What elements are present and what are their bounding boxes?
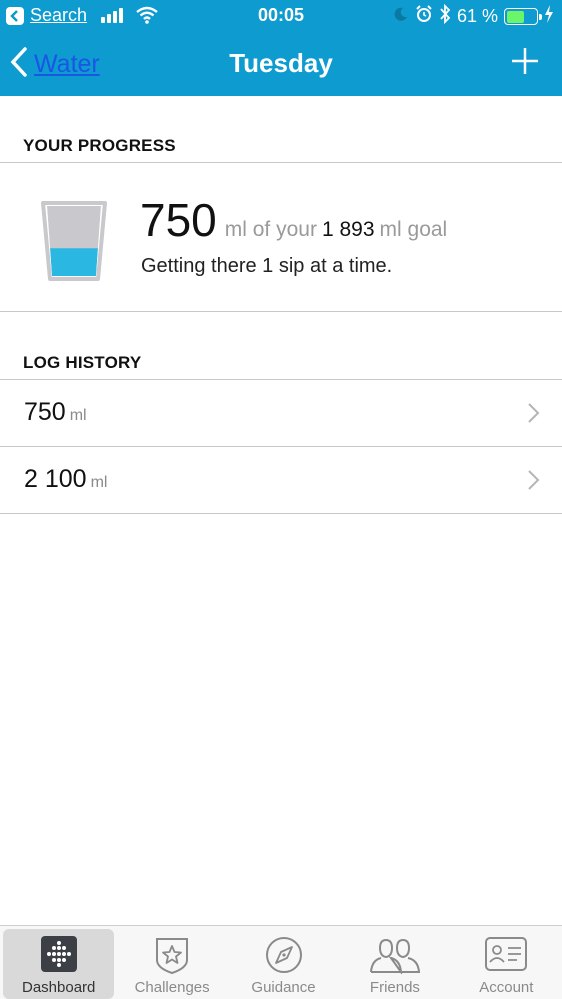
battery-fill bbox=[506, 10, 525, 23]
moon-icon bbox=[393, 6, 409, 27]
battery-percent: 61 % bbox=[456, 6, 498, 26]
tab-label: Dashboard bbox=[22, 979, 96, 996]
progress-card: 750 ml of your 1 893 ml goal Getting the… bbox=[0, 163, 562, 311]
divider bbox=[0, 513, 562, 514]
friends-icon bbox=[369, 936, 421, 978]
tab-label: Challenges bbox=[134, 979, 210, 996]
water-glass-icon bbox=[40, 201, 108, 286]
status-right: 61 % bbox=[393, 3, 554, 29]
nav-bar: Water Tuesday bbox=[0, 32, 562, 96]
tab-dashboard[interactable]: Dashboard bbox=[3, 929, 115, 999]
log-entry-value: 750 ml bbox=[24, 398, 87, 427]
chevron-right-icon bbox=[526, 469, 540, 496]
log-entry-row[interactable]: 750 ml bbox=[0, 380, 562, 446]
progress-amount: 750 ml of your 1 893 ml goal bbox=[140, 193, 447, 247]
divider bbox=[0, 311, 562, 312]
goal-unit: ml goal bbox=[379, 218, 448, 241]
tab-guidance[interactable]: Guidance bbox=[228, 926, 339, 999]
progress-section-header: YOUR PROGRESS bbox=[23, 136, 176, 155]
battery-icon bbox=[504, 8, 542, 25]
log-entry-unit: ml bbox=[69, 407, 87, 424]
amount-of-text: ml of your bbox=[224, 218, 317, 241]
tab-label: Guidance bbox=[251, 979, 316, 996]
top-bar: Search 00:05 61 % Water Tuesday bbox=[0, 0, 562, 96]
goal-value: 1 893 bbox=[321, 218, 375, 241]
bluetooth-icon bbox=[439, 3, 451, 29]
charging-icon bbox=[544, 5, 554, 28]
log-entry-value: 2 100 ml bbox=[24, 465, 107, 494]
status-bar: Search 00:05 61 % bbox=[0, 0, 562, 32]
tab-label: Friends bbox=[369, 979, 420, 996]
alarm-icon bbox=[415, 5, 433, 28]
tab-friends[interactable]: Friends bbox=[339, 926, 450, 999]
log-entry-amount: 750 bbox=[24, 398, 66, 426]
compass-icon bbox=[265, 936, 303, 978]
add-button[interactable] bbox=[510, 46, 540, 76]
log-entry-row[interactable]: 2 100 ml bbox=[0, 447, 562, 513]
amount-value: 750 bbox=[140, 194, 217, 246]
account-card-icon bbox=[484, 936, 528, 976]
progress-tagline: Getting there 1 sip at a time. bbox=[141, 255, 393, 277]
tab-label: Account bbox=[479, 979, 534, 996]
challenges-star-icon bbox=[153, 936, 191, 978]
log-entry-unit: ml bbox=[90, 474, 108, 491]
chevron-right-icon bbox=[526, 402, 540, 429]
dashboard-icon bbox=[40, 936, 77, 976]
tab-bar: Dashboard Challenges Guidance Friends Ac… bbox=[0, 925, 562, 999]
log-entry-amount: 2 100 bbox=[24, 465, 87, 493]
log-section-header: LOG HISTORY bbox=[23, 353, 142, 372]
tab-account[interactable]: Account bbox=[451, 926, 562, 999]
plus-icon bbox=[512, 48, 538, 74]
tab-challenges[interactable]: Challenges bbox=[116, 926, 227, 999]
page-title: Tuesday bbox=[229, 48, 333, 78]
